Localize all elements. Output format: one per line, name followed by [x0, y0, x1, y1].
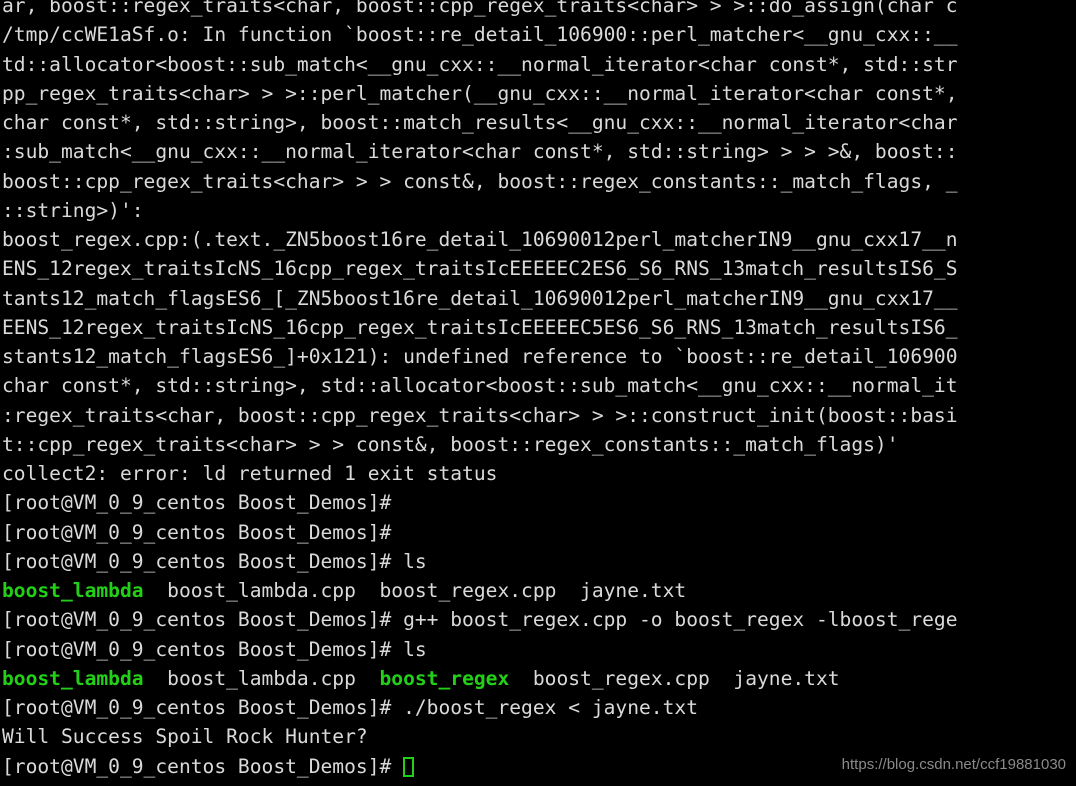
terminal-text-highlight: boost_lambda — [2, 666, 144, 690]
terminal-text: boost::cpp_regex_traits<char> > > const&… — [2, 169, 958, 193]
terminal-line: [root@VM_0_9_centos Boost_Demos]# — [2, 518, 1076, 547]
terminal-text: pp_regex_traits<char> > >::perl_matcher(… — [2, 81, 958, 105]
terminal-line: [root@VM_0_9_centos Boost_Demos]# ./boos… — [2, 693, 1076, 722]
terminal-line: td::allocator<boost::sub_match<__gnu_cxx… — [2, 50, 1076, 79]
terminal-line: ENS_12regex_traitsIcNS_16cpp_regex_trait… — [2, 254, 1076, 283]
terminal-line: [root@VM_0_9_centos Boost_Demos]# — [2, 488, 1076, 517]
terminal-text: char const*, std::string>, std::allocato… — [2, 374, 958, 398]
terminal-window[interactable]: ar, boost::regex_traits<char, boost::cpp… — [0, 0, 1076, 786]
terminal-line: boost::cpp_regex_traits<char> > > const&… — [2, 167, 1076, 196]
terminal-text: :regex_traits<char, boost::cpp_regex_tra… — [2, 403, 958, 427]
terminal-line: pp_regex_traits<char> > >::perl_matcher(… — [2, 79, 1076, 108]
terminal-line: /tmp/ccWE1aSf.o: In function `boost::re_… — [2, 20, 1076, 49]
terminal-text: [root@VM_0_9_centos Boost_Demos]# ls — [2, 637, 427, 661]
terminal-text: /tmp/ccWE1aSf.o: In function `boost::re_… — [2, 23, 958, 47]
terminal-text: collect2: error: ld returned 1 exit stat… — [2, 462, 498, 485]
terminal-screen[interactable]: ar, boost::regex_traits<char, boost::cpp… — [2, 0, 1076, 781]
watermark-text: https://blog.csdn.net/ccf19881030 — [841, 756, 1066, 773]
terminal-text-highlight: boost_lambda — [2, 579, 144, 602]
terminal-text: t::cpp_regex_traits<char> > > const&, bo… — [2, 432, 899, 456]
terminal-line: tants12_match_flagsES6_[_ZN5boost16re_de… — [2, 284, 1076, 313]
terminal-text-highlight: boost_regex — [379, 666, 510, 690]
terminal-text: [root@VM_0_9_centos Boost_Demos]# — [2, 491, 392, 515]
terminal-text: EENS_12regex_traitsIcNS_16cpp_regex_trai… — [2, 315, 958, 339]
terminal-line: boost_lambda boost_lambda.cpp boost_rege… — [2, 576, 1076, 605]
terminal-text: ::string>)': — [2, 198, 144, 222]
terminal-line: char const*, std::string>, std::allocato… — [2, 371, 1076, 400]
terminal-text: tants12_match_flagsES6_[_ZN5boost16re_de… — [2, 286, 958, 310]
terminal-text: [root@VM_0_9_centos Boost_Demos]# ./boos… — [2, 696, 698, 719]
terminal-line: t::cpp_regex_traits<char> > > const&, bo… — [2, 430, 1076, 459]
terminal-text: :sub_match<__gnu_cxx::__normal_iterator<… — [2, 140, 958, 164]
terminal-text: boost_lambda.cpp boost_regex.cpp jayne.t… — [143, 579, 687, 602]
terminal-line: :regex_traits<char, boost::cpp_regex_tra… — [2, 401, 1076, 430]
terminal-line: Will Success Spoil Rock Hunter? — [2, 722, 1076, 751]
terminal-cursor — [403, 756, 415, 777]
terminal-text: char const*, std::string>, boost::match_… — [2, 111, 958, 134]
terminal-text: [root@VM_0_9_centos Boost_Demos]# ls — [2, 549, 427, 573]
terminal-text: ar, boost::regex_traits<char, boost::cpp… — [2, 0, 958, 17]
terminal-text: Will Success Spoil Rock Hunter? — [2, 725, 368, 749]
terminal-text: td::allocator<boost::sub_match<__gnu_cxx… — [2, 52, 958, 76]
terminal-line: [root@VM_0_9_centos Boost_Demos]# ls — [2, 635, 1076, 664]
terminal-line: EENS_12regex_traitsIcNS_16cpp_regex_trai… — [2, 313, 1076, 342]
terminal-line: [root@VM_0_9_centos Boost_Demos]# g++ bo… — [2, 605, 1076, 634]
terminal-line: collect2: error: ld returned 1 exit stat… — [2, 459, 1076, 488]
terminal-text: boost_regex.cpp jayne.txt — [509, 666, 840, 690]
terminal-text: [root@VM_0_9_centos Boost_Demos]# — [2, 754, 404, 778]
terminal-text: boost_regex.cpp:(.text._ZN5boost16re_det… — [2, 228, 958, 251]
terminal-text: ENS_12regex_traitsIcNS_16cpp_regex_trait… — [2, 257, 958, 281]
terminal-line: stants12_match_flagsES6_]+0x121): undefi… — [2, 342, 1076, 371]
terminal-line: ::string>)': — [2, 196, 1076, 225]
terminal-line: boost_regex.cpp:(.text._ZN5boost16re_det… — [2, 225, 1076, 254]
terminal-text: [root@VM_0_9_centos Boost_Demos]# g++ bo… — [2, 608, 958, 632]
terminal-line: :sub_match<__gnu_cxx::__normal_iterator<… — [2, 137, 1076, 166]
terminal-line: boost_lambda boost_lambda.cpp boost_rege… — [2, 664, 1076, 693]
terminal-line: ar, boost::regex_traits<char, boost::cpp… — [2, 0, 1076, 20]
terminal-line: [root@VM_0_9_centos Boost_Demos]# ls — [2, 547, 1076, 576]
terminal-text: stants12_match_flagsES6_]+0x121): undefi… — [2, 345, 958, 368]
terminal-text: [root@VM_0_9_centos Boost_Demos]# — [2, 520, 392, 544]
terminal-text: boost_lambda.cpp — [143, 666, 380, 690]
terminal-line: char const*, std::string>, boost::match_… — [2, 108, 1076, 137]
